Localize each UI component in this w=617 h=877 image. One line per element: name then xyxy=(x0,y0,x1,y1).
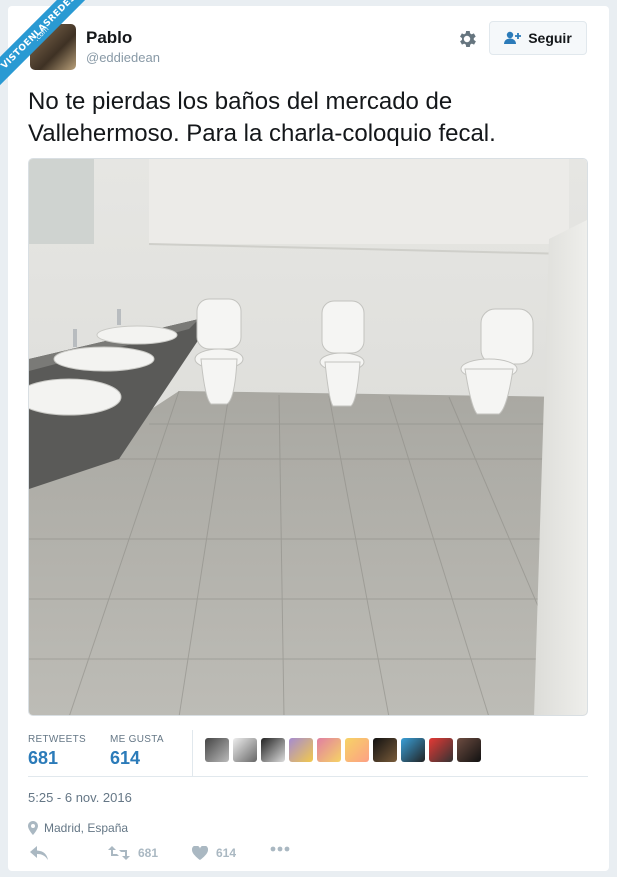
bathroom-photo xyxy=(29,159,587,715)
location-pin-icon xyxy=(28,821,38,835)
user-handle[interactable]: @eddiedean xyxy=(86,50,160,65)
divider xyxy=(28,776,588,777)
tweet-photo[interactable] xyxy=(28,158,588,716)
location-text: Madrid, España xyxy=(44,821,129,835)
liker-avatar[interactable] xyxy=(233,738,257,762)
site-watermark: VISTOENLASREDES .com xyxy=(0,0,90,90)
follow-person-icon xyxy=(504,31,522,44)
retweets-label: RETWEETS xyxy=(28,734,86,745)
liker-avatar[interactable] xyxy=(317,738,341,762)
more-icon xyxy=(270,846,290,852)
retweet-icon xyxy=(108,846,130,860)
liker-avatar[interactable] xyxy=(373,738,397,762)
retweet-count: 681 xyxy=(138,846,159,860)
likers-avatars xyxy=(205,738,485,762)
follow-label: Seguir xyxy=(528,30,572,46)
liker-avatar[interactable] xyxy=(345,738,369,762)
liker-avatar[interactable] xyxy=(429,738,453,762)
gear-icon[interactable] xyxy=(456,28,478,50)
reply-icon xyxy=(30,846,48,860)
user-name[interactable]: Pablo xyxy=(86,28,132,48)
liker-avatar[interactable] xyxy=(457,738,481,762)
liker-avatar[interactable] xyxy=(261,738,285,762)
reply-button[interactable] xyxy=(30,846,56,860)
stats-divider xyxy=(192,730,193,776)
more-button[interactable] xyxy=(270,846,298,852)
liker-avatar[interactable] xyxy=(205,738,229,762)
likes-label: ME GUSTA xyxy=(110,734,164,745)
retweet-button[interactable]: 681 xyxy=(108,846,158,860)
tweet-stats: RETWEETS 681 ME GUSTA 614 xyxy=(28,730,588,776)
watermark-ribbon: VISTOENLASREDES xyxy=(0,0,90,90)
tweet-text: No te pierdas los baños del mercado de V… xyxy=(28,88,496,147)
follow-button[interactable]: Seguir xyxy=(489,21,587,55)
heart-icon xyxy=(192,846,208,860)
liker-avatar[interactable] xyxy=(401,738,425,762)
timestamp[interactable]: 5:25 - 6 nov. 2016 xyxy=(28,790,132,805)
location[interactable]: Madrid, España xyxy=(28,821,128,835)
like-button[interactable]: 614 xyxy=(192,846,236,860)
tweet-actions: 681 614 xyxy=(28,846,588,866)
liker-avatar[interactable] xyxy=(289,738,313,762)
retweets-count[interactable]: 681 xyxy=(28,748,58,769)
likes-count[interactable]: 614 xyxy=(110,748,140,769)
like-count: 614 xyxy=(216,846,237,860)
